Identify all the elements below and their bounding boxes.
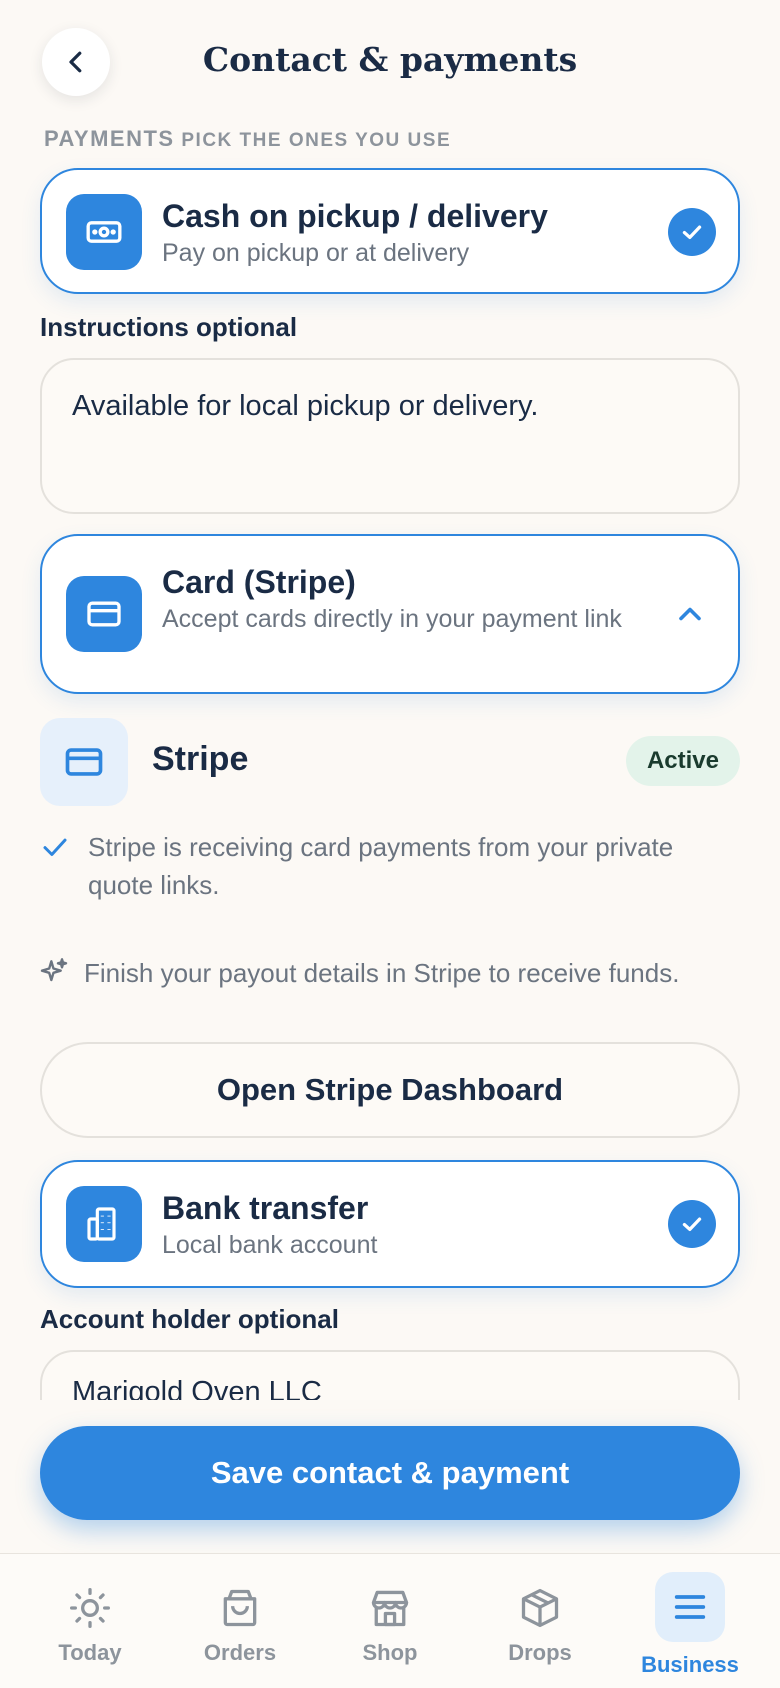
section-label-main: Payments xyxy=(44,126,175,151)
check-icon xyxy=(682,1217,702,1232)
shopping-bag-icon xyxy=(218,1584,262,1632)
card-subtitle: Accept cards directly in your payment li… xyxy=(162,605,622,633)
chevron-up-icon xyxy=(679,607,701,621)
tab-orders[interactable]: Orders xyxy=(170,1554,310,1688)
credit-card-icon xyxy=(87,601,121,627)
page-title: Contact & payments xyxy=(202,40,578,79)
sparkle-icon xyxy=(38,956,70,993)
cash-subtitle: Pay on pickup or at delivery xyxy=(162,239,470,267)
cash-method-card[interactable]: Cash on pickup / delivery Pay on pickup … xyxy=(40,168,740,294)
check-icon xyxy=(40,832,70,867)
open-stripe-dashboard-button[interactable]: Open Stripe Dashboard xyxy=(40,1042,740,1138)
tab-shop[interactable]: Shop xyxy=(320,1554,460,1688)
tab-today[interactable]: Today xyxy=(20,1554,160,1688)
tab-label: Drops xyxy=(508,1640,572,1665)
account-holder-label: Account holder optional xyxy=(40,1304,339,1334)
tab-label: Orders xyxy=(203,1640,277,1665)
account-holder-field[interactable]: Marigold Oven LLC xyxy=(40,1350,740,1400)
bank-method-card[interactable]: Bank transfer Local bank account xyxy=(40,1160,740,1288)
section-label: Payments pick the ones you use xyxy=(44,126,451,152)
stripe-name: Stripe xyxy=(152,740,249,778)
sun-icon xyxy=(68,1584,112,1632)
tab-business[interactable]: Business xyxy=(620,1554,760,1688)
cash-selected-check[interactable] xyxy=(668,208,716,256)
tab-label: Business xyxy=(641,1652,739,1677)
storefront-icon xyxy=(368,1584,412,1632)
bank-icon-tile xyxy=(66,1186,142,1262)
instructions-label: Instructions optional xyxy=(40,312,298,342)
cash-title: Cash on pickup / delivery xyxy=(162,198,548,234)
menu-icon xyxy=(655,1572,725,1642)
tab-drops[interactable]: Drops xyxy=(470,1554,610,1688)
bank-building-icon xyxy=(87,1207,116,1241)
cash-icon xyxy=(86,221,122,243)
tab-label: Shop xyxy=(362,1640,418,1665)
card-title: Card (Stripe) xyxy=(162,564,356,600)
status-badge: Active xyxy=(626,736,740,786)
check-icon xyxy=(682,225,702,240)
bank-title: Bank transfer xyxy=(162,1190,369,1226)
stripe-payout-text: Finish your payout details in Stripe to … xyxy=(84,958,680,988)
tab-label: Today xyxy=(58,1640,122,1665)
cash-icon-tile xyxy=(66,194,142,270)
stripe-receiving-text: Stripe is receiving card payments from y… xyxy=(88,832,674,900)
save-contact-payment-button[interactable]: Save contact & payment xyxy=(40,1426,740,1520)
stripe-logo-tile xyxy=(40,718,128,806)
card-method-card[interactable]: Card (Stripe) Accept cards directly in y… xyxy=(40,534,740,694)
bottom-tab-bar: Today Orders Shop Drops Business xyxy=(0,1553,780,1688)
instructions-textarea[interactable]: Available for local pickup or delivery. xyxy=(40,358,740,514)
credit-card-icon xyxy=(65,748,103,776)
scroll-clip: Marigold Oven LLC xyxy=(0,1340,780,1400)
section-label-hint: pick the ones you use xyxy=(181,130,452,151)
bank-subtitle: Local bank account xyxy=(162,1231,378,1259)
collapse-toggle[interactable] xyxy=(672,596,708,637)
box-icon xyxy=(518,1584,562,1632)
bank-selected-check[interactable] xyxy=(668,1200,716,1248)
card-icon-tile xyxy=(66,576,142,652)
